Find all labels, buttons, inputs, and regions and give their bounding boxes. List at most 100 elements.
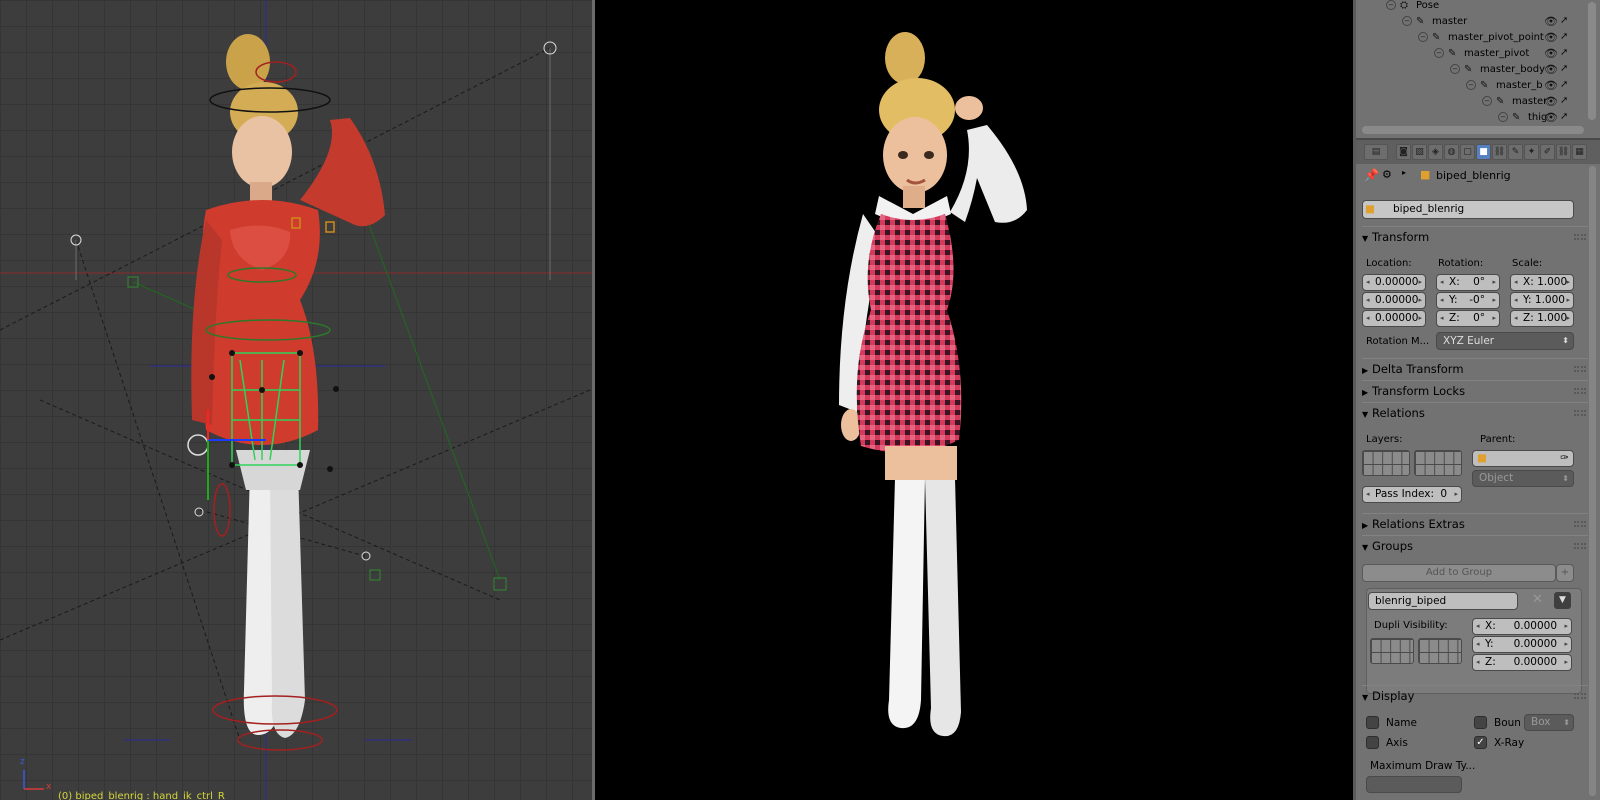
3d-viewport[interactable]: z x (0) biped_blenrig : hand_ik_ctrl_R (0, 0, 592, 800)
texture-tab-icon[interactable]: ▦ (1572, 144, 1587, 160)
object-properties-tab-icon[interactable]: ■ (1476, 144, 1491, 160)
collapse-icon[interactable]: − (1482, 96, 1492, 106)
outliner-row-master-body[interactable]: − ✎ master_body 👁 ➚ (1356, 62, 1600, 78)
location-label: Location: (1366, 258, 1412, 269)
outliner-row-master-child[interactable]: − ✎ master 👁 ➚ (1356, 94, 1600, 110)
group-name-field[interactable]: blenrig_biped (1368, 592, 1518, 610)
pass-index-field[interactable]: ◂ Pass Index: 0 ▸ (1362, 486, 1462, 503)
collapse-icon[interactable]: − (1466, 80, 1476, 90)
bounds-checkbox[interactable] (1474, 716, 1487, 729)
scale-z-field[interactable]: ◂ Z: 1.000 ▸ (1510, 310, 1574, 327)
location-x-field[interactable]: ◂ 0.00000 ▸ (1362, 274, 1426, 291)
panel-header-transform[interactable]: ▼ Transform (1362, 226, 1588, 246)
cursor-icon[interactable]: ➚ (1560, 47, 1572, 58)
pin-icon[interactable]: 📌 (1364, 168, 1379, 182)
outliner-row-master[interactable]: − ✎ master 👁 ➚ (1356, 14, 1600, 30)
panel-header-display[interactable]: ▼ Display (1362, 685, 1588, 705)
properties-editor: 📌 ⚙ ▸ ■ biped_blenrig ■ biped_blenrig ▼ T… (1356, 164, 1600, 800)
name-checkbox[interactable] (1366, 716, 1379, 729)
dupli-offset-z-field[interactable]: ◂ Z: 0.00000 ▸ (1472, 654, 1572, 671)
outliner-row-thigh[interactable]: − ✎ thig 👁 ➚ (1356, 110, 1600, 126)
cursor-icon[interactable]: ➚ (1560, 79, 1572, 90)
eye-icon[interactable]: 👁 (1544, 111, 1558, 124)
world-tab-icon[interactable]: ◍ (1444, 144, 1459, 160)
eye-icon[interactable]: 👁 (1544, 15, 1558, 28)
rotation-x-field[interactable]: ◂ X: 0° ▸ (1436, 274, 1500, 291)
scene-tab-icon[interactable]: ◈ (1428, 144, 1443, 160)
location-z-field[interactable]: ◂ 0.00000 ▸ (1362, 310, 1426, 327)
rotation-y-field[interactable]: ◂ Y: -0° ▸ (1436, 292, 1500, 309)
modifiers-tab-icon[interactable]: ✎ (1508, 144, 1523, 160)
outliner-row-master-bod[interactable]: − ✎ master_bod 👁 ➚ (1356, 78, 1600, 94)
drag-handle-icon[interactable] (1574, 543, 1586, 549)
dupli-offset-y-field[interactable]: ◂ Y: 0.00000 ▸ (1472, 636, 1572, 653)
eye-icon[interactable]: 👁 (1544, 47, 1558, 60)
cursor-icon[interactable]: ➚ (1560, 31, 1572, 42)
bone-tab-icon[interactable]: ✐ (1540, 144, 1555, 160)
rotation-z-field[interactable]: ◂ Z: 0° ▸ (1436, 310, 1500, 327)
editor-type-icon[interactable]: ▤ (1364, 144, 1388, 160)
outliner-row-master-pivot[interactable]: − ✎ master_pivot 👁 ➚ (1356, 46, 1600, 62)
eye-icon[interactable]: 👁 (1544, 63, 1558, 76)
panel-header-relations[interactable]: ▼ Relations (1362, 402, 1588, 422)
eye-icon[interactable]: 👁 (1544, 95, 1558, 108)
outliner[interactable]: − ⛭ Pose − ✎ master 👁 ➚ − ✎ master_pivot… (1356, 0, 1600, 138)
dupli-offset-x-field[interactable]: ◂ X: 0.00000 ▸ (1472, 618, 1572, 635)
parent-type-select[interactable]: Object ⬍ (1472, 470, 1574, 487)
layers-grid-left[interactable] (1362, 450, 1410, 476)
add-group-plus-button[interactable]: + (1556, 564, 1574, 582)
eye-icon[interactable]: 👁 (1544, 31, 1558, 44)
drag-handle-icon[interactable] (1574, 234, 1586, 240)
collapse-icon[interactable]: − (1402, 16, 1412, 26)
collapse-icon[interactable]: − (1434, 48, 1444, 58)
remove-group-icon[interactable]: ✕ (1532, 592, 1543, 607)
axis-checkbox[interactable] (1366, 736, 1379, 749)
collapse-icon[interactable]: − (1386, 0, 1396, 10)
properties-scrollbar[interactable] (1589, 166, 1596, 796)
parent-field[interactable]: ■ ✑ (1472, 450, 1574, 467)
cursor-icon[interactable]: ➚ (1560, 95, 1572, 106)
bone-constraints-tab-icon[interactable]: ⛓ (1556, 144, 1571, 160)
object-tab-icon[interactable]: ▢ (1460, 144, 1475, 160)
panel-header-delta-transform[interactable]: ▶ Delta Transform (1362, 358, 1588, 378)
drag-handle-icon[interactable] (1574, 521, 1586, 527)
dupli-layers-right[interactable] (1418, 638, 1462, 664)
collapse-icon[interactable]: − (1450, 64, 1460, 74)
scale-y-field[interactable]: ◂ Y: 1.000 ▸ (1510, 292, 1574, 309)
object-name-field[interactable]: ■ biped_blenrig (1362, 200, 1574, 219)
drag-handle-icon[interactable] (1574, 366, 1586, 372)
layers-grid-right[interactable] (1414, 450, 1462, 476)
panel-header-transform-locks[interactable]: ▶ Transform Locks (1362, 380, 1588, 400)
outliner-scrollbar-horizontal[interactable] (1362, 126, 1584, 134)
max-draw-type-select[interactable] (1366, 776, 1462, 793)
collapse-icon[interactable]: − (1418, 32, 1428, 42)
outliner-row-pose[interactable]: − ⛭ Pose (1356, 0, 1600, 14)
dupli-layers-left[interactable] (1370, 638, 1414, 664)
scale-x-field[interactable]: ◂ X: 1.000 ▸ (1510, 274, 1574, 291)
cursor-icon[interactable]: ➚ (1560, 111, 1572, 122)
rotation-mode-select[interactable]: XYZ Euler ⬍ (1436, 332, 1574, 350)
location-y-field[interactable]: ◂ 0.00000 ▸ (1362, 292, 1426, 309)
drag-handle-icon[interactable] (1574, 410, 1586, 416)
cursor-icon[interactable]: ➚ (1560, 63, 1572, 74)
render-layers-tab-icon[interactable]: ▧ (1412, 144, 1427, 160)
outliner-row-master-pivot-point[interactable]: − ✎ master_pivot_point 👁 ➚ (1356, 30, 1600, 46)
panel-header-relations-extras[interactable]: ▶ Relations Extras (1362, 513, 1588, 533)
drag-handle-icon[interactable] (1574, 693, 1586, 699)
constraints-tab-icon[interactable]: ⛓ (1492, 144, 1507, 160)
eye-icon[interactable]: 👁 (1544, 79, 1558, 92)
bounds-type-select[interactable]: Box ⬍ (1524, 714, 1574, 731)
eyedropper-icon[interactable]: ✑ (1560, 451, 1569, 466)
breadcrumb-object-name: biped_blenrig (1436, 169, 1511, 182)
add-to-group-button[interactable]: Add to Group (1362, 564, 1556, 582)
collapse-icon[interactable]: − (1498, 112, 1508, 122)
panel-header-groups[interactable]: ▼ Groups (1362, 535, 1588, 555)
drag-handle-icon[interactable] (1574, 388, 1586, 394)
bone-icon: ✎ (1416, 16, 1425, 27)
group-menu-button[interactable]: ▼ (1554, 592, 1571, 609)
armature-tab-icon[interactable]: ✦ (1524, 144, 1539, 160)
outliner-scrollbar-vertical[interactable] (1588, 2, 1596, 120)
xray-checkbox[interactable]: ✓ (1474, 736, 1487, 749)
render-tab-icon[interactable]: ◙ (1396, 144, 1411, 160)
cursor-icon[interactable]: ➚ (1560, 15, 1572, 26)
